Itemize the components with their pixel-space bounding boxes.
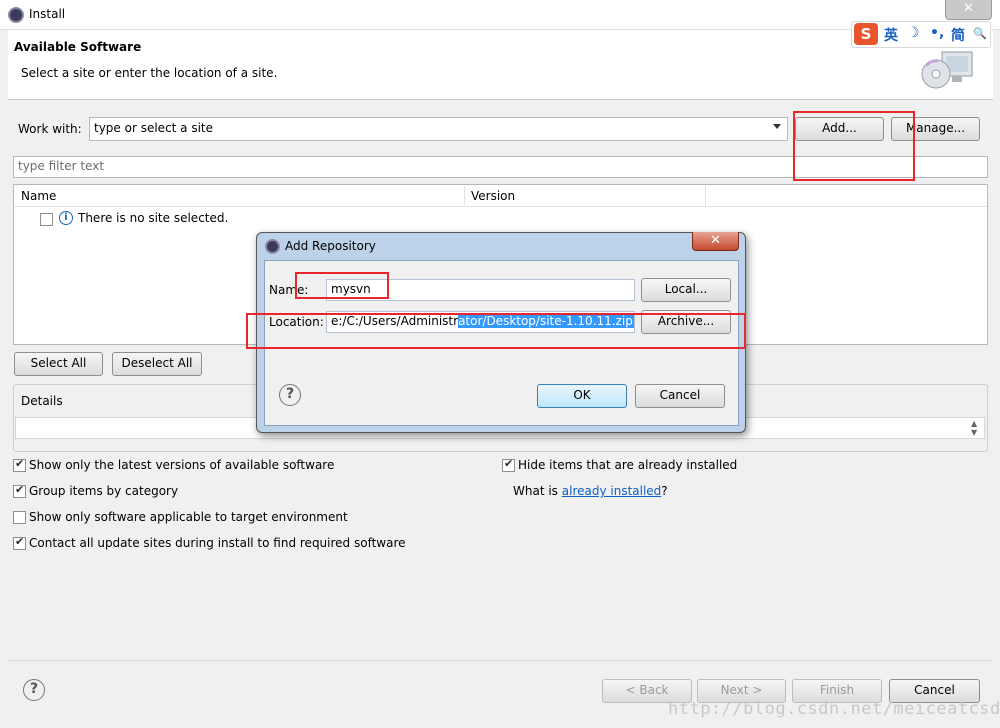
column-header-name[interactable]: Name — [21, 189, 56, 203]
install-cd-icon — [921, 51, 973, 89]
show-latest-checkbox[interactable] — [13, 457, 26, 472]
group-by-category-checkbox[interactable] — [13, 483, 26, 498]
select-all-button[interactable]: Select All — [14, 352, 103, 376]
ime-english-toggle[interactable]: 英 — [884, 25, 898, 45]
details-scroll-arrows[interactable]: ▲ ▼ — [971, 419, 977, 437]
page-description: Select a site or enter the location of a… — [21, 66, 278, 80]
ime-search-icon[interactable]: 🔍 — [973, 27, 987, 40]
window-titlebar — [0, 0, 1000, 30]
details-label: Details — [19, 394, 65, 408]
location-field-highlight — [246, 313, 746, 349]
name-field-highlight — [295, 272, 389, 299]
what-is-installed-text: What is already installed? — [513, 484, 668, 498]
column-divider — [705, 186, 706, 206]
dialog-title: Add Repository — [285, 239, 376, 253]
what-is-suffix: ? — [661, 484, 668, 498]
applicable-target-label: Show only software applicable to target … — [29, 510, 348, 524]
table-row-message: There is no site selected. — [78, 211, 229, 225]
window-title: Install — [29, 7, 66, 21]
show-latest-label: Show only the latest versions of availab… — [29, 458, 335, 472]
dialog-cancel-button[interactable]: Cancel — [635, 384, 725, 408]
help-icon[interactable]: ? — [23, 679, 45, 701]
dialog-close-button[interactable]: ✕ — [692, 232, 739, 251]
work-with-value: type or select a site — [94, 121, 214, 135]
row-checkbox[interactable] — [40, 213, 53, 226]
deselect-all-button[interactable]: Deselect All — [112, 352, 202, 376]
hide-installed-label: Hide items that are already installed — [518, 458, 738, 472]
eclipse-icon — [265, 239, 280, 254]
ok-button[interactable]: OK — [537, 384, 627, 408]
applicable-target-checkbox[interactable] — [13, 511, 26, 524]
info-icon: i — [59, 211, 73, 225]
watermark-text: http://blog.csdn.net/meiceatcsdn — [668, 699, 1000, 719]
column-divider — [464, 186, 465, 206]
add-button-highlight — [793, 111, 915, 181]
work-with-label: Work with: — [18, 122, 82, 136]
contact-all-sites-checkbox[interactable] — [13, 535, 26, 550]
dialog-help-icon[interactable]: ? — [279, 384, 301, 406]
sogou-logo-icon[interactable]: S — [854, 23, 878, 45]
local-button[interactable]: Local... — [641, 278, 731, 302]
ime-simplified-toggle[interactable]: 简 — [951, 25, 965, 45]
already-installed-link[interactable]: already installed — [562, 484, 662, 498]
hide-installed-checkbox[interactable] — [502, 457, 515, 472]
group-by-category-label: Group items by category — [29, 484, 179, 498]
ime-moon-icon[interactable]: ☽ — [907, 25, 920, 41]
ime-punctuation-icon[interactable]: •, — [930, 25, 944, 41]
header-banner — [8, 30, 993, 100]
what-is-prefix: What is — [513, 484, 562, 498]
page-title: Available Software — [14, 40, 142, 54]
footer-divider — [8, 660, 993, 661]
column-header-version[interactable]: Version — [471, 189, 515, 203]
eclipse-icon — [8, 7, 24, 23]
window-close-button[interactable]: ✕ — [945, 0, 992, 20]
chevron-down-icon[interactable] — [773, 124, 781, 129]
work-with-combo[interactable]: type or select a site — [89, 117, 788, 141]
contact-all-sites-label: Contact all update sites during install … — [29, 536, 406, 550]
